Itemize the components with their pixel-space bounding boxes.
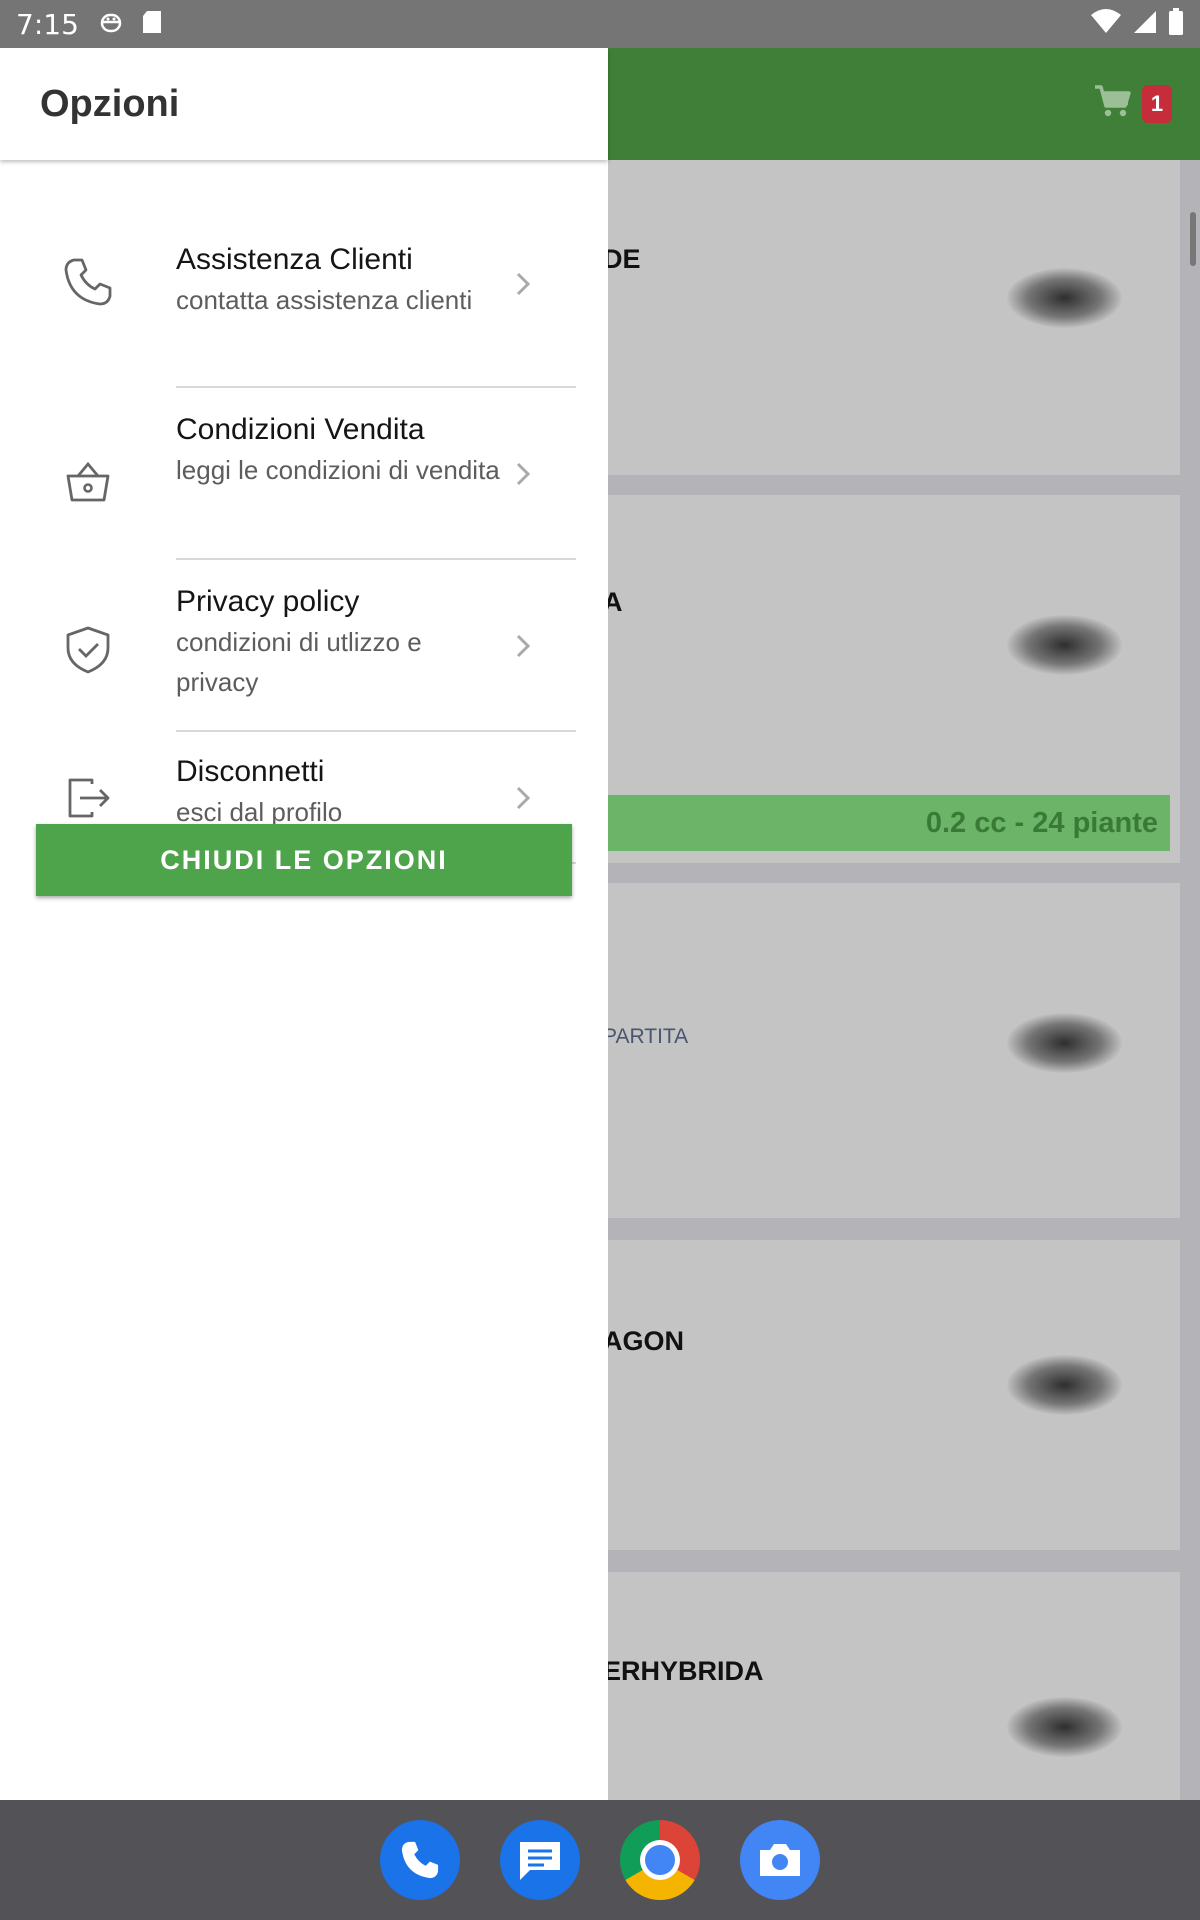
status-time: 7:15 xyxy=(16,7,79,41)
logout-icon xyxy=(60,770,116,826)
battery-icon xyxy=(1168,7,1184,41)
app-dock xyxy=(0,1800,1200,1920)
menu-item-text: Disconnetti esci dal profilo xyxy=(176,752,506,832)
chevron-right-icon xyxy=(508,264,538,304)
menu-item-condizioni-vendita[interactable]: Condizioni Vendita leggi le condizioni d… xyxy=(0,388,608,560)
menu-item-title: Disconnetti xyxy=(176,755,325,788)
sd-card-icon xyxy=(141,9,163,40)
close-options-button[interactable]: CHIUDI LE OPZIONI xyxy=(36,824,572,896)
phone-icon xyxy=(60,254,116,310)
menu-item-title: Assistenza Clienti xyxy=(176,243,413,276)
phone-app-icon[interactable] xyxy=(380,1820,460,1900)
chrome-center xyxy=(640,1840,680,1880)
drawer-header: Opzioni xyxy=(0,48,608,160)
menu-item-title: Privacy policy xyxy=(176,585,360,618)
menu-item-assistenza-clienti[interactable]: Assistenza Clienti contatta assistenza c… xyxy=(0,208,608,388)
menu-item-text: Assistenza Clienti contatta assistenza c… xyxy=(176,240,506,320)
messages-app-icon[interactable] xyxy=(500,1820,580,1900)
menu-item-text: Privacy policy condizioni di utlizzo e p… xyxy=(176,582,506,702)
chrome-dot xyxy=(645,1845,675,1875)
camera-app-icon[interactable] xyxy=(740,1820,820,1900)
menu-item-title: Condizioni Vendita xyxy=(176,413,425,446)
basket-icon xyxy=(60,454,116,510)
menu-item-description: condizioni di utlizzo e privacy xyxy=(176,627,422,697)
menu-item-description: leggi le condizioni di vendita xyxy=(176,455,500,485)
cell-signal-icon xyxy=(1132,9,1158,40)
status-bar: 7:15 xyxy=(0,0,1200,48)
chevron-right-icon xyxy=(508,778,538,818)
options-drawer: Opzioni Assistenza Clienti contatta assi… xyxy=(0,48,608,1800)
chrome-app-icon[interactable] xyxy=(620,1820,700,1900)
android-debug-icon xyxy=(99,9,123,40)
menu-item-text: Condizioni Vendita leggi le condizioni d… xyxy=(176,410,506,490)
menu-item-description: contatta assistenza clienti xyxy=(176,285,473,315)
chevron-right-icon xyxy=(508,626,538,666)
wifi-icon xyxy=(1090,8,1122,40)
drawer-title: Opzioni xyxy=(40,82,180,125)
menu-item-privacy-policy[interactable]: Privacy policy condizioni di utlizzo e p… xyxy=(0,560,608,732)
shield-check-icon xyxy=(60,622,116,678)
chevron-right-icon xyxy=(508,454,538,494)
